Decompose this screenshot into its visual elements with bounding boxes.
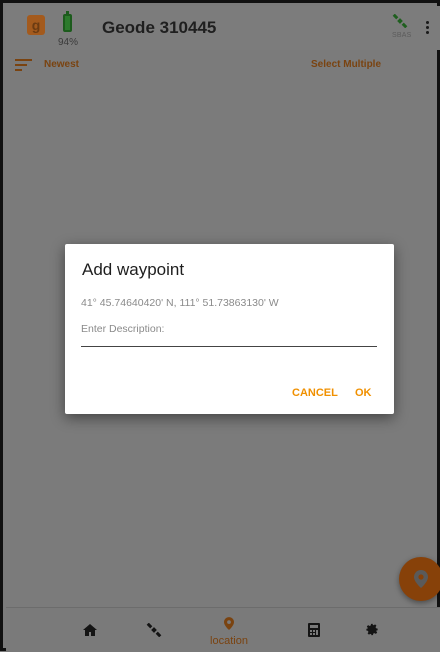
nav-calculator[interactable]	[284, 608, 344, 652]
gear-icon	[366, 623, 378, 636]
nav-location[interactable]: location	[199, 608, 259, 652]
battery-icon	[63, 11, 72, 32]
dialog-title: Add waypoint	[82, 260, 185, 279]
sort-icon[interactable]	[15, 59, 32, 73]
nav-satellites[interactable]	[124, 608, 184, 652]
add-waypoint-dialog: Add waypoint 41° 45.74640420' N, 111° 51…	[65, 244, 394, 414]
sort-bar: Newest Select Multiple	[6, 55, 440, 75]
app-screen: g 94% Geode 310445 SBAS Newest Select Mu…	[0, 0, 440, 652]
bottom-nav: location	[6, 607, 440, 652]
satellite-icon[interactable]	[392, 14, 408, 28]
app-bar: g 94% Geode 310445 SBAS	[6, 6, 440, 50]
sort-label[interactable]: Newest	[44, 59, 79, 70]
satellite-icon	[146, 623, 162, 637]
nav-location-label: location	[210, 635, 248, 647]
description-input[interactable]	[81, 311, 377, 347]
select-multiple-button[interactable]: Select Multiple	[311, 59, 381, 70]
ok-button[interactable]: OK	[349, 383, 378, 403]
calculator-icon	[308, 623, 320, 637]
nav-home[interactable]	[60, 608, 120, 652]
location-pin-icon	[224, 617, 234, 630]
device-title: Geode 310445	[102, 18, 217, 37]
location-pin-icon	[414, 570, 428, 588]
app-logo[interactable]: g	[27, 15, 45, 35]
add-waypoint-fab[interactable]	[399, 557, 440, 601]
waypoint-coordinates: 41° 45.74640420' N, 111° 51.73863130' W	[81, 297, 279, 309]
nav-settings[interactable]	[342, 608, 402, 652]
more-vert-icon[interactable]	[426, 21, 430, 37]
battery-percent: 94%	[58, 37, 79, 48]
home-icon	[83, 624, 97, 636]
sbas-status: SBAS	[392, 32, 412, 39]
cancel-button[interactable]: CANCEL	[286, 383, 344, 403]
